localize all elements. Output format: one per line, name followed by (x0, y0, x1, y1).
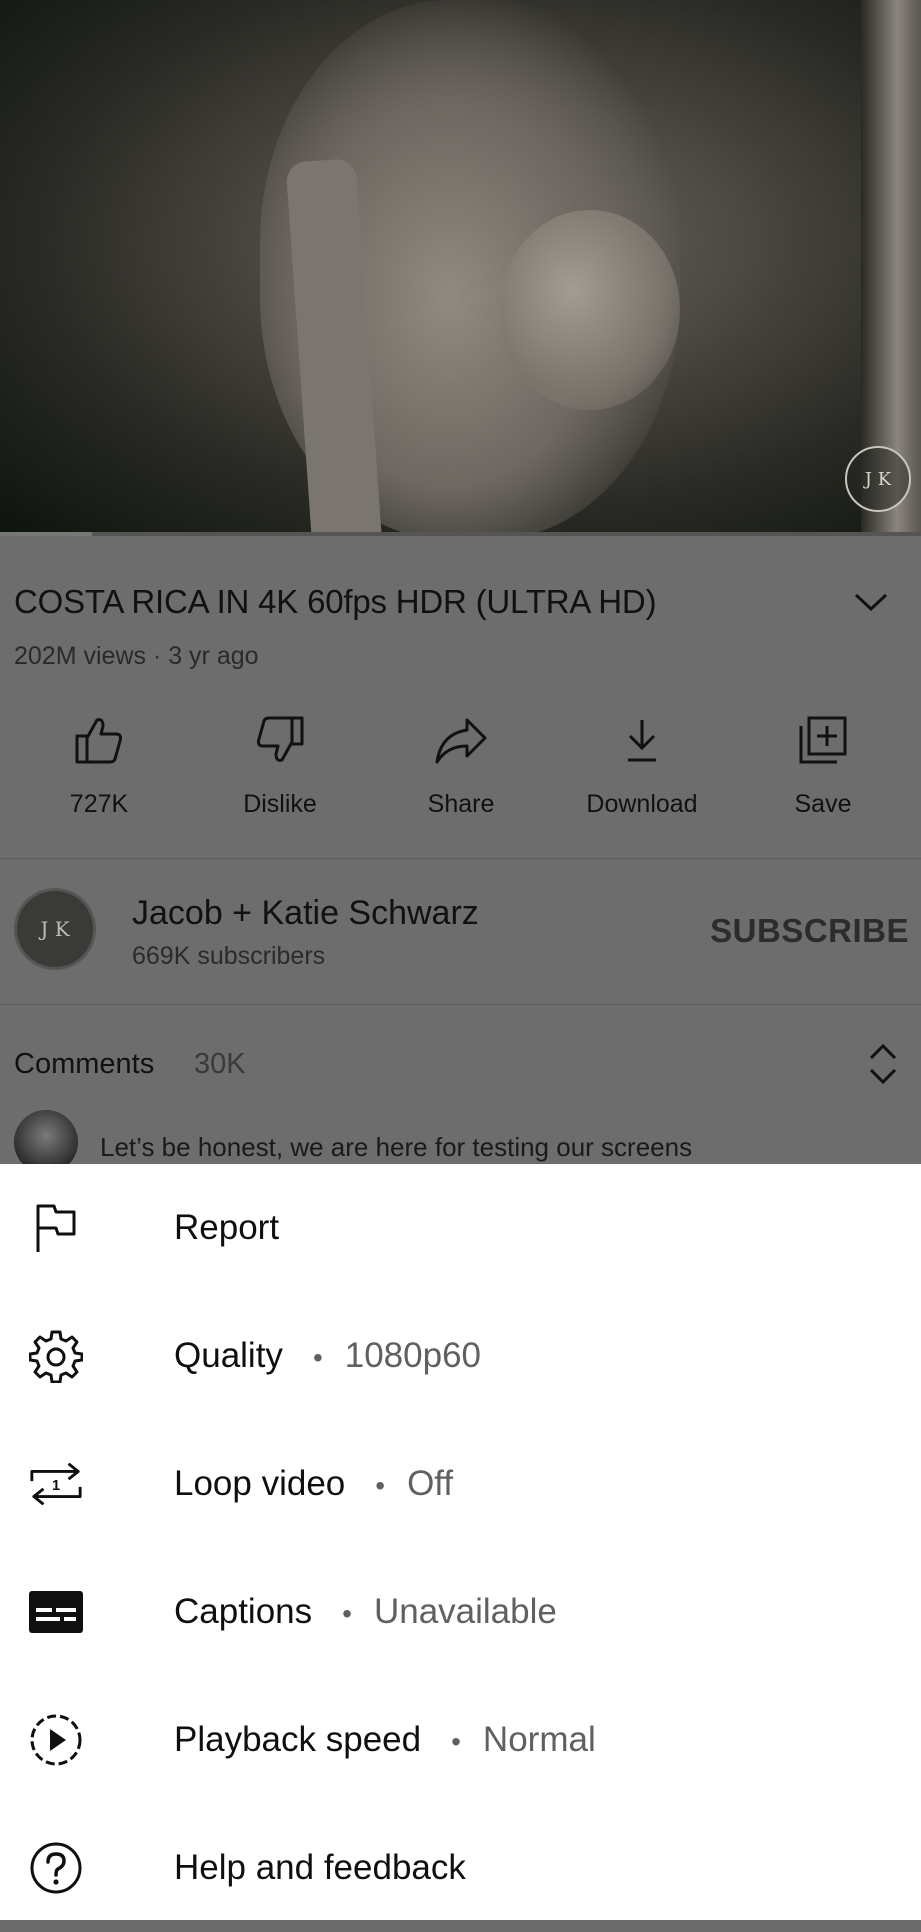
menu-item-loop-video[interactable]: 1 Loop video • Off (0, 1420, 921, 1548)
like-button[interactable]: 727K (14, 712, 184, 832)
channel-name[interactable]: Jacob + Katie Schwarz (132, 894, 479, 933)
watch-page-details: COSTA RICA IN 4K 60fps HDR (ULTRA HD) 20… (0, 536, 921, 1174)
save-button[interactable]: Save (738, 712, 908, 832)
add-to-playlist-icon (799, 716, 847, 764)
help-icon (30, 1842, 82, 1894)
share-button[interactable]: Share (376, 712, 546, 832)
comments-section[interactable]: Comments 30K Let’s be honest, we are her… (0, 1006, 921, 1174)
menu-item-label: Loop video (174, 1464, 346, 1503)
comments-count: 30K (194, 1048, 246, 1080)
expand-description-button[interactable] (849, 580, 893, 624)
dislike-button[interactable]: Dislike (195, 712, 365, 832)
menu-item-playback-speed[interactable]: Playback speed • Normal (0, 1676, 921, 1804)
svg-text:1: 1 (52, 1478, 60, 1494)
unfold-icon (869, 1043, 897, 1085)
menu-item-label: Report (174, 1208, 280, 1247)
video-frame-head (500, 210, 680, 410)
menu-item-label: Help and feedback (174, 1848, 466, 1887)
subscriber-count: 669K subscribers (132, 942, 326, 970)
menu-item-label: Playback speed (174, 1720, 422, 1759)
captions-icon (29, 1591, 83, 1633)
comments-label: Comments (14, 1048, 155, 1080)
subscribe-button[interactable]: SUBSCRIBE (710, 912, 909, 950)
channel-row[interactable]: J K Jacob + Katie Schwarz 669K subscribe… (0, 858, 921, 998)
download-label: Download (586, 790, 698, 818)
playback-speed-icon (30, 1714, 82, 1766)
share-icon (435, 718, 487, 764)
quality-value: 1080p60 (344, 1336, 482, 1375)
thumbs-up-icon (75, 718, 123, 764)
more-options-sheet: Report Quality • 1080p60 1 Loop video • Off (0, 1164, 921, 1920)
loop-icon: 1 (30, 1462, 82, 1506)
loop-value: Off (407, 1464, 454, 1503)
menu-item-label: Quality (174, 1336, 283, 1375)
download-button[interactable]: Download (557, 712, 727, 832)
save-label: Save (794, 790, 852, 818)
download-icon (628, 720, 656, 762)
top-comment-text: Let’s be honest, we are here for testing… (100, 1132, 693, 1162)
flag-icon (36, 1204, 76, 1252)
divider (0, 1004, 921, 1005)
video-player[interactable]: J K (0, 0, 921, 535)
comments-expand-button[interactable] (865, 1042, 901, 1086)
menu-item-report[interactable]: Report (0, 1164, 921, 1292)
gear-icon (29, 1330, 83, 1383)
thumbs-down-icon (256, 716, 304, 762)
video-title[interactable]: COSTA RICA IN 4K 60fps HDR (ULTRA HD) (14, 580, 907, 624)
channel-avatar[interactable]: J K (14, 888, 96, 970)
playback-speed-value: Normal (482, 1720, 596, 1759)
channel-watermark[interactable]: J K (845, 446, 911, 512)
chevron-down-icon (854, 593, 888, 612)
menu-item-captions[interactable]: Captions • Unavailable (0, 1548, 921, 1676)
captions-value: Unavailable (373, 1592, 557, 1631)
share-label: Share (427, 790, 495, 818)
action-bar: 727K Dislike Share Download Save (0, 712, 921, 832)
dislike-label: Dislike (243, 790, 317, 818)
video-meta: 202M views · 3 yr ago (14, 642, 259, 670)
like-count: 727K (69, 790, 129, 818)
menu-item-help-feedback[interactable]: Help and feedback (0, 1804, 921, 1932)
menu-item-label: Captions (174, 1592, 313, 1631)
menu-item-quality[interactable]: Quality • 1080p60 (0, 1292, 921, 1420)
